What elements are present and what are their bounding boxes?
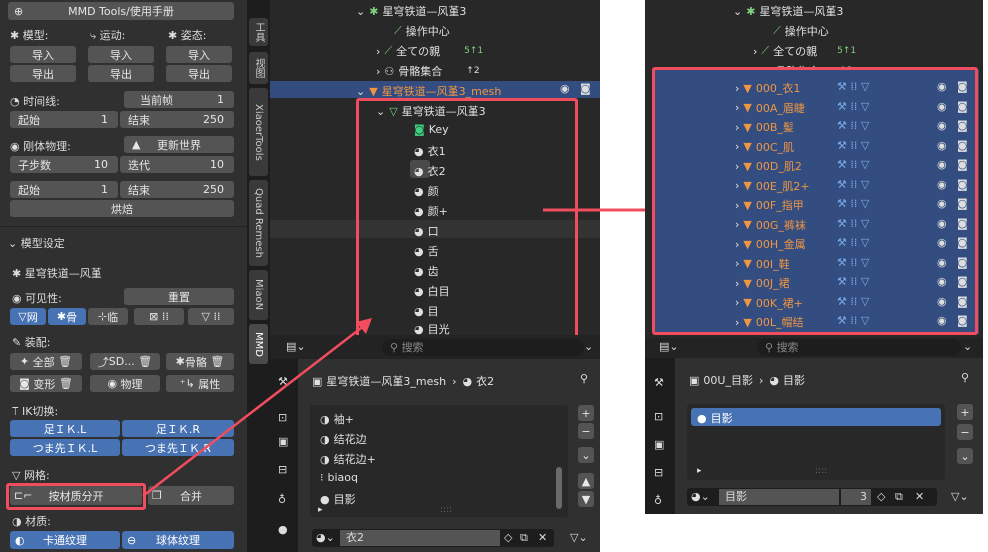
bone-icon: ⟋ (761, 44, 770, 57)
pin-icon[interactable]: ⚲ (961, 371, 969, 384)
remove-slot-button[interactable]: − (957, 424, 973, 440)
chevron-down-icon: ⌄ (733, 4, 743, 18)
highlight-object-list (652, 67, 978, 335)
chevron-right-icon: › (753, 44, 758, 58)
search-input[interactable]: ⚲ 搜索 (757, 339, 961, 356)
mesh-icon: ▣ (689, 373, 700, 387)
bone-icon: ⟋ (773, 24, 781, 37)
list-item[interactable]: ● 目影 (697, 410, 733, 426)
tree-armature[interactable]: ⌄ ✱ 星穹铁道—风堇3 (733, 3, 843, 19)
user-count[interactable]: 3 (841, 489, 871, 505)
output-tab-icon[interactable]: ▣ (654, 438, 664, 451)
expand-icon[interactable]: ▸ (697, 466, 702, 476)
slot-menu-button[interactable]: ⌄ (957, 448, 973, 464)
material-icon: ◕ (769, 373, 779, 387)
editor-type-icon[interactable]: ▤⌄ (659, 340, 679, 353)
outliner-right: ⌄✱星穹铁道—风堇3 ⟋操作中心 ›⟋全ての親5↑1 ›⚇骨骼集合↑2 ›▼00… (645, 0, 983, 338)
view-layer-tab-icon[interactable]: ⊟ (654, 466, 663, 479)
bone-count-icon: 5↑1 (837, 46, 857, 56)
tree-item[interactable]: › ⟋ 全ての親 5↑1 (753, 43, 856, 59)
render-tab-icon[interactable]: ⊡ (654, 410, 663, 423)
tree-item[interactable]: ⟋ 操作中心 (773, 23, 829, 39)
fake-user-icon[interactable]: ◇ (877, 490, 885, 503)
material-name-field[interactable]: 目影 (719, 489, 839, 505)
chevron-down-icon[interactable]: ⌄ (963, 340, 972, 353)
material-icon: ● (697, 411, 707, 425)
search-icon: ⚲ (765, 341, 777, 354)
material-browse-icon[interactable]: ◕⌄ (691, 490, 710, 503)
breadcrumb: ▣ 00U_目影 › ◕ 目影 (689, 373, 805, 388)
tool-tab-icon[interactable]: ⚒ (654, 376, 664, 389)
copy-icon[interactable]: ⧉ (895, 490, 903, 504)
armature-icon: ✱ (746, 4, 756, 18)
resize-grip-icon[interactable]: :::: (815, 466, 827, 476)
add-slot-button[interactable]: + (957, 404, 973, 420)
close-icon[interactable]: ✕ (915, 490, 924, 503)
properties-right: ▤⌄ ⚲ 搜索 ⌄ ⚒ ⊡ ▣ ⊟ ♁ ▣ 00U_目影 › ◕ 目影 ⚲ ● 目影 + … (645, 338, 983, 514)
arrow-line (142, 324, 366, 497)
link-icon[interactable]: ▽⌄ (951, 490, 969, 503)
scene-tab-icon[interactable]: ♁ (654, 494, 662, 507)
